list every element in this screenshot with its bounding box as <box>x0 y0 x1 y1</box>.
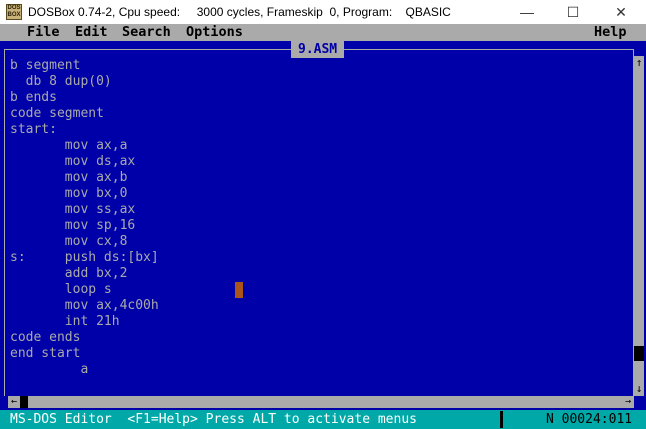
scroll-right-arrow-icon[interactable]: → <box>622 396 634 408</box>
code-line: mov ds,ax <box>10 154 136 169</box>
close-button[interactable]: ✕ <box>598 0 644 24</box>
document-title: 9.ASM <box>291 41 345 58</box>
code-line: code ends <box>10 330 81 345</box>
code-line: mov bx,0 <box>10 186 128 201</box>
code-line: mov ax,a <box>10 138 128 153</box>
code-line: mov ax,4c00h <box>10 298 159 313</box>
menu-options[interactable]: Options <box>186 24 243 41</box>
horizontal-scrollbar[interactable]: ← → <box>8 396 634 408</box>
scroll-up-arrow-icon[interactable]: ↑ <box>634 56 644 70</box>
menu-file[interactable]: File <box>27 24 60 41</box>
editor-text-area[interactable]: b segment db 8 dup(0) b ends code segmen… <box>10 58 630 398</box>
code-line: b ends <box>10 90 57 105</box>
menu-bar: File Edit Search Options Help <box>0 24 646 41</box>
minimize-button[interactable]: — <box>504 0 550 24</box>
dosbox-icon-label: DOS BOX <box>7 5 21 18</box>
code-line: start: <box>10 122 57 137</box>
code-line: add bx,2 <box>10 266 128 281</box>
editor-frame-left <box>4 49 5 396</box>
code-line: int 21h <box>10 314 120 329</box>
code-line: mov cx,8 <box>10 234 128 249</box>
scroll-left-arrow-icon[interactable]: ← <box>8 396 20 408</box>
window-title: DOSBox 0.74-2, Cpu speed: 3000 cycles, F… <box>28 5 451 19</box>
code-line: end start <box>10 346 81 361</box>
code-line: a <box>10 362 89 377</box>
code-line: code segment <box>10 106 104 121</box>
text-cursor <box>235 282 243 298</box>
code-line: mov sp,16 <box>10 218 136 233</box>
code-line: mov ax,b <box>10 170 128 185</box>
dosbox-icon: DOS BOX <box>6 4 22 20</box>
vertical-scroll-thumb[interactable] <box>634 346 644 361</box>
code-line: mov ss,ax <box>10 202 136 217</box>
menu-edit[interactable]: Edit <box>75 24 108 41</box>
menu-search[interactable]: Search <box>122 24 171 41</box>
window-titlebar: DOS BOX DOSBox 0.74-2, Cpu speed: 3000 c… <box>0 0 646 24</box>
vertical-scrollbar[interactable]: ↑ ↓ <box>634 56 644 396</box>
dos-screen: File Edit Search Options Help 9.ASM b se… <box>0 24 646 429</box>
horizontal-scroll-thumb[interactable] <box>20 396 28 408</box>
code-line: db 8 dup(0) <box>10 74 112 89</box>
cursor-position: N 00024:011 <box>546 412 633 427</box>
code-line: s: push ds:[bx] <box>10 250 159 265</box>
code-line: b segment <box>10 58 81 73</box>
maximize-button[interactable]: ☐ <box>550 0 596 24</box>
status-bar: MS-DOS Editor <F1=Help> Press ALT to act… <box>0 410 646 429</box>
status-message: MS-DOS Editor <F1=Help> Press ALT to act… <box>10 412 417 427</box>
code-line: loop s <box>10 282 112 297</box>
status-separator <box>500 411 503 428</box>
menu-help[interactable]: Help <box>594 24 627 41</box>
scroll-down-arrow-icon[interactable]: ↓ <box>634 382 644 396</box>
